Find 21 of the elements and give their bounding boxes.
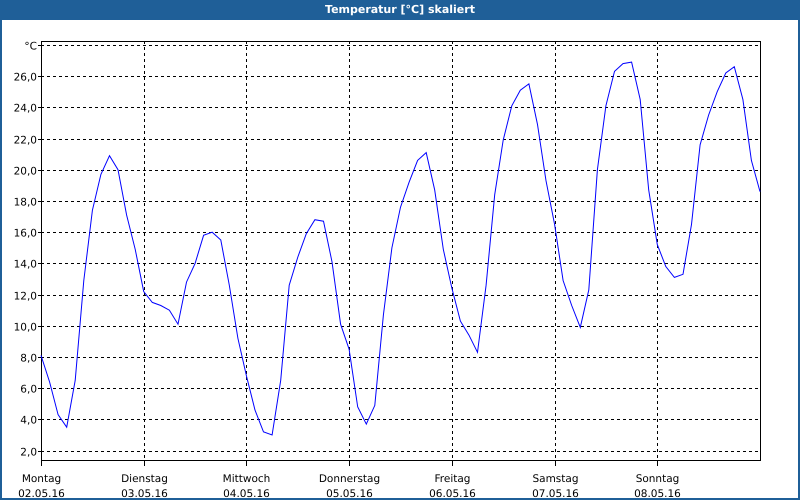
axis-label: Sonntag 08.05.16 [634, 473, 681, 498]
axis-label: 20,0 [14, 166, 37, 178]
axis-label: Mittwoch 04.05.16 [222, 473, 270, 498]
axis-label: 26,0 [14, 72, 37, 84]
axis-label: Donnerstag 05.05.16 [318, 473, 380, 498]
axis-label: 2,0 [20, 446, 37, 458]
axis-label: 16,0 [14, 228, 37, 240]
axis-label: 22,0 [14, 134, 37, 146]
axis-label: 6,0 [20, 384, 37, 396]
axis-label: 14,0 [14, 258, 37, 270]
axis-label: 24,0 [14, 102, 37, 114]
axis-label: Montag 02.05.16 [18, 473, 65, 498]
axis-label: 18,0 [14, 196, 37, 208]
axis-label: Samstag 07.05.16 [532, 473, 579, 498]
axis-label: °C [24, 40, 37, 52]
axis-label: 12,0 [14, 290, 37, 302]
axis-label: Dienstag 03.05.16 [121, 473, 168, 498]
axis-label: 4,0 [20, 414, 37, 426]
axis-label: 8,0 [20, 352, 37, 364]
axis-label: Freitag 06.05.16 [429, 473, 476, 498]
axis-label: 10,0 [14, 322, 37, 334]
